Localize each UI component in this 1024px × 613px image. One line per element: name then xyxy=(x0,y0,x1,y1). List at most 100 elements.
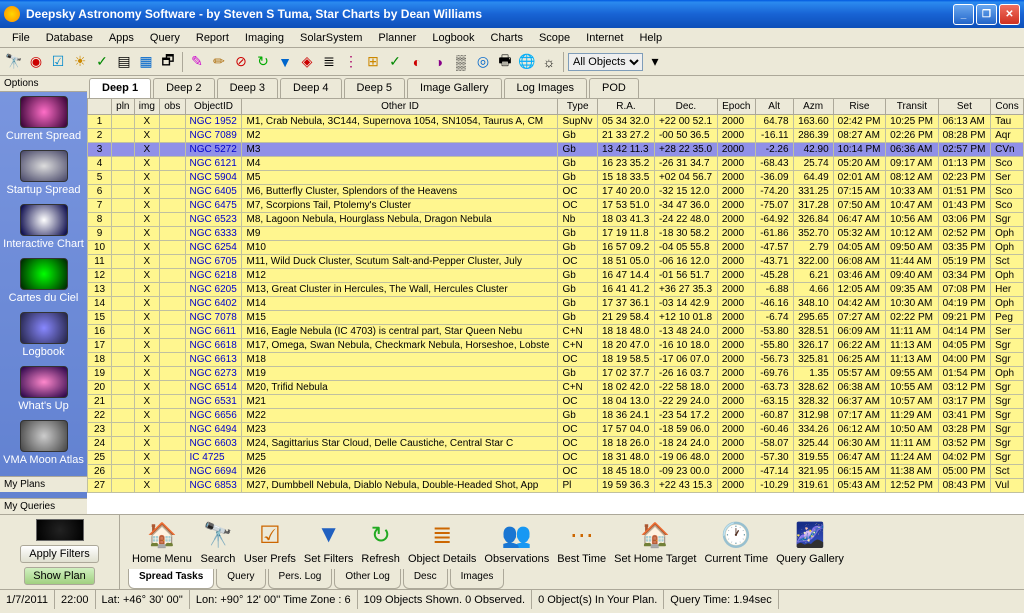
tab[interactable]: Deep 2 xyxy=(153,78,214,98)
spread-tab[interactable]: Images xyxy=(450,569,505,589)
tool-icon[interactable]: ✏ xyxy=(209,52,229,72)
sidebar-item[interactable]: Current Spread xyxy=(0,92,87,146)
show-plan-button[interactable]: Show Plan xyxy=(24,567,95,585)
spread-tab[interactable]: Query xyxy=(216,569,265,589)
tab[interactable]: Deep 4 xyxy=(280,78,341,98)
column-header[interactable]: pln xyxy=(112,99,135,115)
table-row[interactable]: 17XNGC 6618M17, Omega, Swan Nebula, Chec… xyxy=(88,339,1024,353)
dropdown-icon[interactable]: ▾ xyxy=(645,52,665,72)
column-header[interactable]: img xyxy=(134,99,159,115)
table-row[interactable]: 4XNGC 6121M4Gb16 23 35.2-26 31 34.72000-… xyxy=(88,157,1024,171)
table-row[interactable]: 25XIC 4725M25OC18 31 48.0-19 06 48.02000… xyxy=(88,451,1024,465)
table-row[interactable]: 16XNGC 6611M16, Eagle Nebula (IC 4703) i… xyxy=(88,325,1024,339)
tab[interactable]: POD xyxy=(589,78,639,98)
column-header[interactable] xyxy=(88,99,112,115)
menu-apps[interactable]: Apps xyxy=(101,30,142,46)
tool-icon[interactable]: ◈ xyxy=(297,52,317,72)
table-row[interactable]: 27XNGC 6853M27, Dumbbell Nebula, Diablo … xyxy=(88,479,1024,493)
minimize-button[interactable]: _ xyxy=(953,4,974,25)
tool-icon[interactable]: 🖶 xyxy=(495,52,515,72)
table-row[interactable]: 1XNGC 1952M1, Crab Nebula, 3C144, Supern… xyxy=(88,115,1024,129)
table-row[interactable]: 18XNGC 6613M18OC18 19 58.5-17 06 07.0200… xyxy=(88,353,1024,367)
table-row[interactable]: 23XNGC 6494M23OC17 57 04.0-18 59 06.0200… xyxy=(88,423,1024,437)
toolbar-button[interactable]: ⋯Best Time xyxy=(557,519,606,565)
column-header[interactable]: ObjectID xyxy=(185,99,242,115)
spread-tab[interactable]: Other Log xyxy=(334,569,400,589)
table-row[interactable]: 24XNGC 6603M24, Sagittarius Star Cloud, … xyxy=(88,437,1024,451)
tab[interactable]: Deep 3 xyxy=(217,78,278,98)
tool-icon[interactable]: ▤ xyxy=(114,52,134,72)
tool-icon[interactable]: ▼ xyxy=(275,52,295,72)
menu-query[interactable]: Query xyxy=(142,30,188,46)
toolbar-button[interactable]: 🔭Search xyxy=(200,519,236,565)
tool-icon[interactable]: 🌐 xyxy=(517,52,537,72)
tool-icon[interactable]: ▦ xyxy=(136,52,156,72)
menu-planner[interactable]: Planner xyxy=(370,30,424,46)
column-header[interactable]: Epoch xyxy=(717,99,755,115)
menu-solarsystem[interactable]: SolarSystem xyxy=(292,30,370,46)
tab[interactable]: Deep 1 xyxy=(89,78,151,98)
menu-logbook[interactable]: Logbook xyxy=(424,30,482,46)
table-row[interactable]: 14XNGC 6402M14Gb17 37 36.1-03 14 42.9200… xyxy=(88,297,1024,311)
spread-tab[interactable]: Spread Tasks xyxy=(128,569,214,589)
maximize-button[interactable]: ❐ xyxy=(976,4,997,25)
tool-icon[interactable]: ✓ xyxy=(92,52,112,72)
menu-internet[interactable]: Internet xyxy=(578,30,631,46)
tab[interactable]: Log Images xyxy=(504,78,587,98)
apply-filters-button[interactable]: Apply Filters xyxy=(20,545,99,563)
table-row[interactable]: 20XNGC 6514M20, Trifid NebulaC+N18 02 42… xyxy=(88,381,1024,395)
tool-icon[interactable]: ⋮ xyxy=(341,52,361,72)
tool-icon[interactable]: ≣ xyxy=(319,52,339,72)
tab[interactable]: Image Gallery xyxy=(407,78,501,98)
column-header[interactable]: Cons xyxy=(991,99,1024,115)
table-row[interactable]: 10XNGC 6254M10Gb16 57 09.2-04 05 55.8200… xyxy=(88,241,1024,255)
tool-icon[interactable]: ✓ xyxy=(385,52,405,72)
sidebar-myqueries[interactable]: My Queries xyxy=(0,498,87,514)
spread-tab[interactable]: Desc xyxy=(403,569,448,589)
toolbar-button[interactable]: ≣Object Details xyxy=(408,519,476,565)
column-header[interactable]: Transit xyxy=(886,99,938,115)
sidebar-item[interactable]: Interactive Chart xyxy=(0,200,87,254)
column-header[interactable]: obs xyxy=(160,99,185,115)
tool-icon[interactable]: ☼ xyxy=(539,52,559,72)
column-header[interactable]: Type xyxy=(558,99,598,115)
table-row[interactable]: 7XNGC 6475M7, Scorpions Tail, Ptolemy's … xyxy=(88,199,1024,213)
table-row[interactable]: 19XNGC 6273M19Gb17 02 37.7-26 16 03.7200… xyxy=(88,367,1024,381)
tool-icon[interactable]: ⊞ xyxy=(363,52,383,72)
column-header[interactable]: R.A. xyxy=(597,99,654,115)
tool-icon[interactable]: 🔭 xyxy=(4,52,24,72)
column-header[interactable]: Azm xyxy=(793,99,833,115)
data-grid[interactable]: plnimgobsObjectIDOther IDTypeR.A.Dec.Epo… xyxy=(87,98,1024,514)
sidebar-item[interactable]: VMA Moon Atlas xyxy=(0,416,87,470)
tool-icon[interactable]: ✎ xyxy=(187,52,207,72)
toolbar-button[interactable]: 🏠Set Home Target xyxy=(614,519,696,565)
table-row[interactable]: 26XNGC 6694M26OC18 45 18.0-09 23 00.0200… xyxy=(88,465,1024,479)
menu-file[interactable]: File xyxy=(4,30,38,46)
column-header[interactable]: Other ID xyxy=(242,99,558,115)
toolbar-button[interactable]: ☑User Prefs xyxy=(244,519,296,565)
table-row[interactable]: 3XNGC 5272M3Gb13 42 11.3+28 22 35.02000-… xyxy=(88,143,1024,157)
table-row[interactable]: 12XNGC 6218M12Gb16 47 14.4-01 56 51.7200… xyxy=(88,269,1024,283)
close-button[interactable]: ✕ xyxy=(999,4,1020,25)
tool-icon[interactable]: ⊘ xyxy=(231,52,251,72)
column-header[interactable]: Alt xyxy=(755,99,793,115)
menu-scope[interactable]: Scope xyxy=(531,30,578,46)
table-row[interactable]: 2XNGC 7089M2Gb21 33 27.2-00 50 36.52000-… xyxy=(88,129,1024,143)
table-row[interactable]: 13XNGC 6205M13, Great Cluster in Hercule… xyxy=(88,283,1024,297)
column-header[interactable]: Dec. xyxy=(654,99,717,115)
toolbar-button[interactable]: 🏠Home Menu xyxy=(132,519,192,565)
tool-icon[interactable]: ↻ xyxy=(253,52,273,72)
sidebar-item[interactable]: What's Up xyxy=(0,362,87,416)
sidebar-item[interactable]: Logbook xyxy=(0,308,87,362)
table-row[interactable]: 5XNGC 5904M5Gb15 18 33.5+02 04 56.72000-… xyxy=(88,171,1024,185)
tool-icon[interactable]: ☀ xyxy=(70,52,90,72)
table-row[interactable]: 22XNGC 6656M22Gb18 36 24.1-23 54 17.2200… xyxy=(88,409,1024,423)
tool-icon[interactable]: ◉ xyxy=(26,52,46,72)
tool-icon[interactable]: ☑ xyxy=(48,52,68,72)
tab[interactable]: Deep 5 xyxy=(344,78,405,98)
toolbar-button[interactable]: 👥Observations xyxy=(484,519,549,565)
spread-tab[interactable]: Pers. Log xyxy=(268,569,333,589)
toolbar-button[interactable]: ↻Refresh xyxy=(361,519,400,565)
sidebar-item[interactable]: Startup Spread xyxy=(0,146,87,200)
table-row[interactable]: 6XNGC 6405M6, Butterfly Cluster, Splendo… xyxy=(88,185,1024,199)
